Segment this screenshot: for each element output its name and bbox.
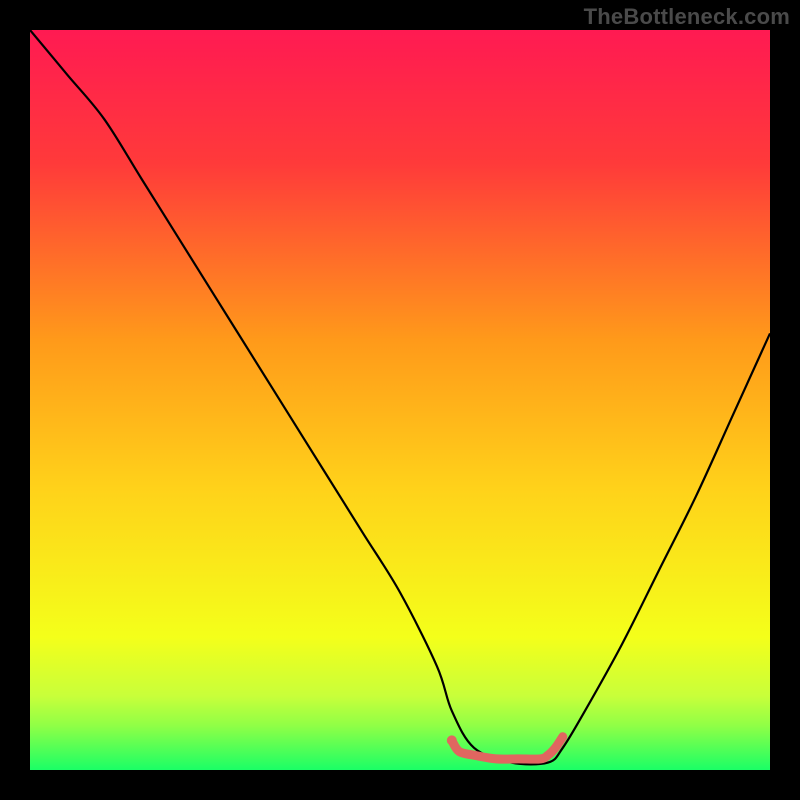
chart-svg: [30, 30, 770, 770]
watermark-text: TheBottleneck.com: [584, 4, 790, 30]
chart-frame: TheBottleneck.com: [0, 0, 800, 800]
optimal-start-dot: [447, 735, 457, 745]
gradient-background: [30, 30, 770, 770]
plot-area: [30, 30, 770, 770]
